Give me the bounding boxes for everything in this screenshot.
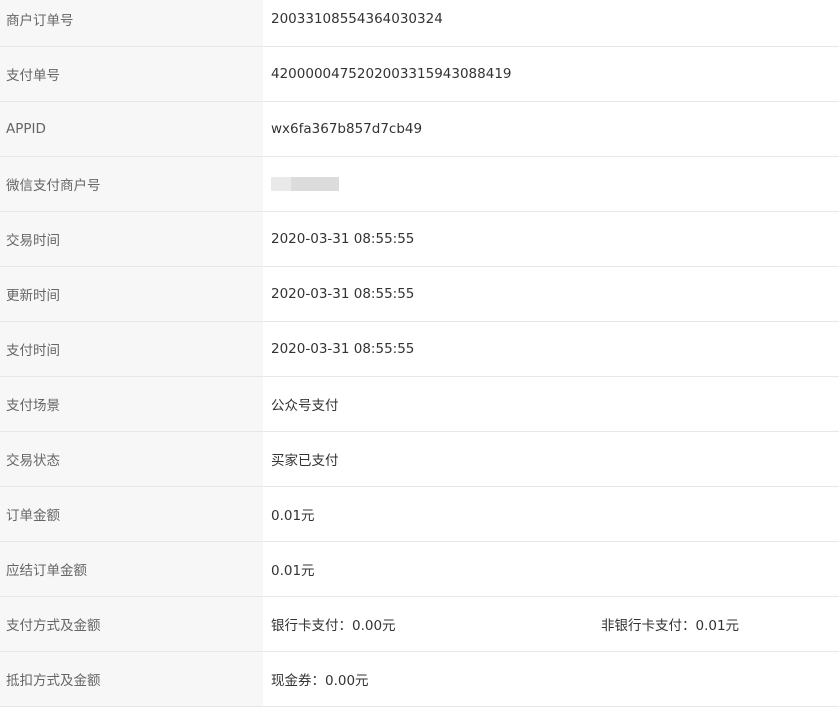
value-pay-time: 2020-03-31 08:55:55 <box>271 341 415 357</box>
masked-merchant-no <box>271 177 339 191</box>
label-update-time: 更新时间 <box>0 267 263 321</box>
label-merchant-order-no: 商户订单号 <box>0 0 263 46</box>
value-appid: wx6fa367b857d7cb49 <box>271 121 423 137</box>
label-payment-no: 支付单号 <box>0 47 263 101</box>
label-pay-time: 支付时间 <box>0 322 263 376</box>
value-trade-status: 买家已支付 <box>271 453 339 469</box>
value-order-amount: 0.01元 <box>271 508 315 524</box>
value-non-bank-card-pay: 非银行卡支付：0.01元 <box>601 618 740 634</box>
label-trade-status: 交易状态 <box>0 432 263 486</box>
value-update-time: 2020-03-31 08:55:55 <box>271 286 415 302</box>
row-trade-status: 交易状态 买家已支付 <box>0 432 839 487</box>
label-deduction-method: 抵扣方式及金额 <box>0 652 263 706</box>
value-payment-no: 4200000475202003315943088419 <box>271 66 512 82</box>
row-update-time: 更新时间 2020-03-31 08:55:55 <box>0 267 839 322</box>
row-trade-time: 交易时间 2020-03-31 08:55:55 <box>0 212 839 267</box>
label-pay-method: 支付方式及金额 <box>0 597 263 651</box>
label-order-amount: 订单金额 <box>0 487 263 541</box>
row-wechat-merchant-no: 微信支付商户号 <box>0 157 839 212</box>
row-deduction-method: 抵扣方式及金额 现金券：0.00元 <box>0 652 839 707</box>
row-pay-method: 支付方式及金额 银行卡支付：0.00元 非银行卡支付：0.01元 <box>0 597 839 652</box>
order-detail-table: 商户订单号 2003310855436403032​4 支付单号 4200000… <box>0 0 839 707</box>
label-wechat-merchant-no: 微信支付商户号 <box>0 157 263 211</box>
label-pay-scene: 支付场景 <box>0 377 263 431</box>
value-merchant-order-no: 2003310855436403032​4 <box>271 11 443 27</box>
value-bank-card-pay: 银行卡支付：0.00元 <box>271 618 396 634</box>
label-appid: APPID <box>0 102 263 156</box>
value-trade-time: 2020-03-31 08:55:55 <box>271 231 415 247</box>
row-pay-time: 支付时间 2020-03-31 08:55:55 <box>0 322 839 377</box>
label-trade-time: 交易时间 <box>0 212 263 266</box>
row-payment-no: 支付单号 4200000475202003315943088419 <box>0 47 839 102</box>
row-pay-scene: 支付场景 公众号支付 <box>0 377 839 432</box>
row-settle-amount: 应结订单金额 0.01元 <box>0 542 839 597</box>
value-deduction: 现金券：0.00元 <box>271 673 369 689</box>
value-settle-amount: 0.01元 <box>271 563 315 579</box>
row-order-amount: 订单金额 0.01元 <box>0 487 839 542</box>
value-pay-scene: 公众号支付 <box>271 398 339 414</box>
label-settle-amount: 应结订单金额 <box>0 542 263 596</box>
row-merchant-order-no: 商户订单号 2003310855436403032​4 <box>0 0 839 47</box>
row-appid: APPID wx6fa367b857d7cb49 <box>0 102 839 157</box>
